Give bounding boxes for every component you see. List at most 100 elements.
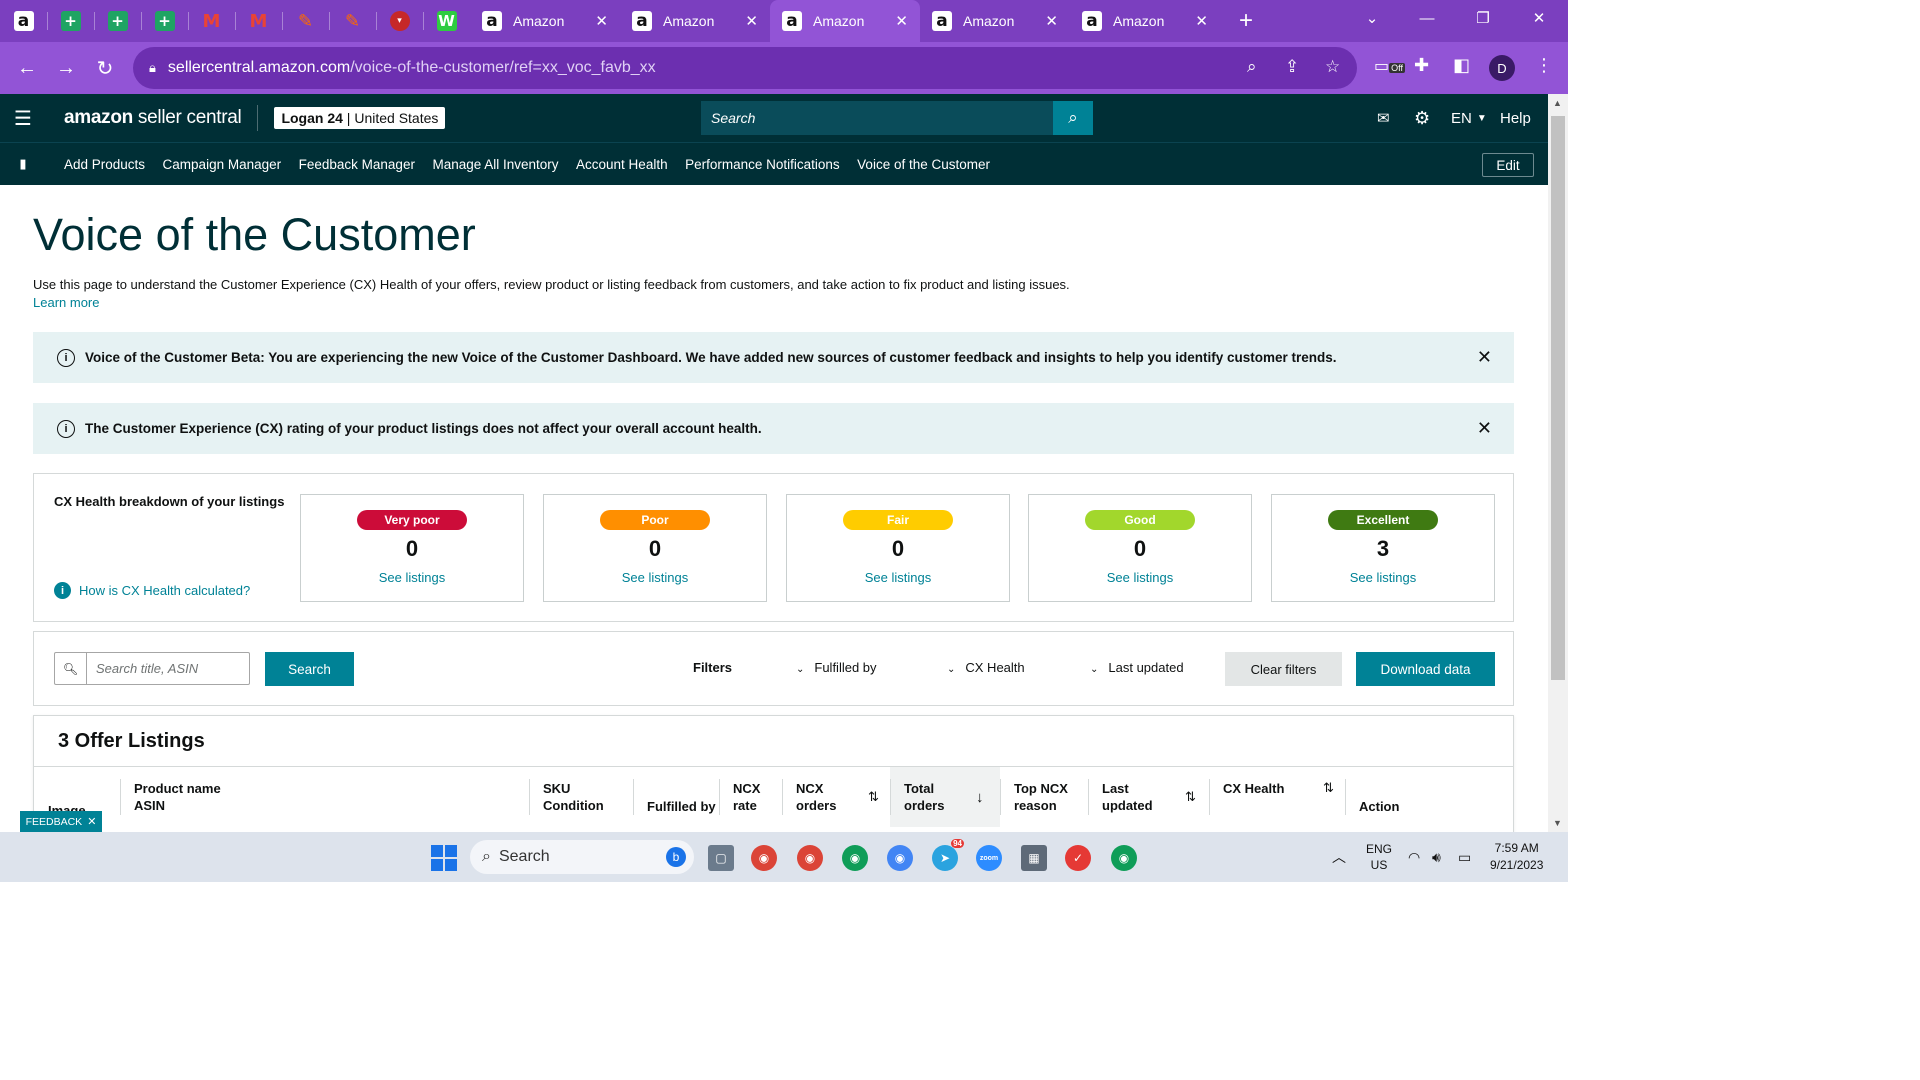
side-panel-icon[interactable]: ◧ [1453,55,1470,76]
pinned-tab-gmail-1[interactable]: M [188,0,235,42]
see-listings-link[interactable]: See listings [787,570,1009,585]
chrome-icon[interactable]: ◉ [751,845,777,871]
calculator-icon[interactable]: ▦ [1021,845,1047,871]
chrome-profile-icon[interactable]: ◉ [887,845,913,871]
scrollbar-thumb[interactable] [1551,116,1565,680]
bookmark-star-icon[interactable]: ☆ [1325,57,1340,77]
edit-nav-button[interactable]: Edit [1482,153,1534,177]
close-icon[interactable]: ✕ [1477,347,1492,368]
cx-health-dropdown[interactable]: ⌄ CX Health [947,660,1025,675]
nav-account-health[interactable]: Account Health [576,157,668,172]
close-window-button[interactable]: ✕ [1511,0,1567,36]
col-fulfilled-by[interactable]: Fulfilled by [633,767,719,827]
seller-central-logo[interactable]: amazon seller central [46,107,242,129]
see-listings-link[interactable]: See listings [1029,570,1251,585]
pinned-tab-amazon[interactable]: a [0,0,47,42]
scroll-down-icon[interactable]: ▼ [1553,818,1562,828]
bookmark-icon[interactable]: ▮ [0,156,46,172]
close-tab-icon[interactable]: ✕ [595,12,608,30]
col-last-updated[interactable]: Last updated ⇅ [1088,767,1208,827]
new-tab-button[interactable]: + [1220,0,1272,42]
restore-button[interactable]: ❐ [1455,0,1511,36]
sort-icon[interactable]: ⇅ [1185,789,1196,805]
nav-add-products[interactable]: Add Products [64,157,145,172]
close-tab-icon[interactable]: ✕ [1045,12,1058,30]
account-switcher[interactable]: Logan 24 | United States [274,107,446,129]
address-bar[interactable]: 🔒︎ sellercentral.amazon.com/voice-of-the… [133,47,1357,89]
chrome-profile-icon[interactable]: ◉ [1111,845,1137,871]
app-check-icon[interactable]: ✓ [1065,845,1091,871]
chrome-profile-icon[interactable]: ◉ [797,845,823,871]
pinned-tab-gmail-2[interactable]: M [235,0,282,42]
sort-icon[interactable]: ⇅ [868,789,879,805]
clock[interactable]: 7:59 AM 9/21/2023 [1490,832,1543,882]
feedback-tab[interactable]: FEEDBACK ✕ [20,811,102,832]
download-data-button[interactable]: Download data [1356,652,1495,686]
nav-performance-notifications[interactable]: Performance Notifications [685,157,840,172]
pinned-tab-app-4[interactable]: W [423,0,470,42]
col-cx-health[interactable]: CX Health ⇅ [1209,767,1345,827]
help-link[interactable]: Help [1500,94,1531,142]
nav-voice-of-customer[interactable]: Voice of the Customer [857,157,990,172]
col-top-ncx-reason[interactable]: Top NCX reason [1000,767,1088,827]
gear-icon[interactable]: ⚙ [1414,94,1430,142]
mail-icon[interactable]: ✉ [1377,94,1390,142]
share-icon[interactable]: ⇪ [1285,57,1299,77]
sort-descending-icon[interactable]: ↓ [976,789,984,806]
browser-tab[interactable]: a Amazon ✕ [1070,0,1220,42]
tray-chevron-up-icon[interactable]: ︿ [1332,832,1346,882]
header-search[interactable]: Search ⌕ [701,101,1093,135]
language-selector[interactable]: EN ▼ [1451,94,1487,142]
nav-manage-inventory[interactable]: Manage All Inventory [432,157,558,172]
col-ncx-rate[interactable]: NCX rate [719,767,782,827]
col-total-orders[interactable]: Total orders ↓ [890,767,1000,827]
task-view-icon[interactable]: ▢ [708,845,734,871]
language-indicator[interactable]: ENG US [1366,832,1392,882]
reload-icon[interactable]: ↻ [85,48,125,88]
browser-tab[interactable]: a Amazon ✕ [920,0,1070,42]
cx-health-how-link[interactable]: i How is CX Health calculated? [54,582,250,599]
pinned-tab-app-2[interactable]: ✎ [329,0,376,42]
taskbar-search[interactable]: ⌕ Search b [470,840,694,874]
nav-campaign-manager[interactable]: Campaign Manager [163,157,282,172]
fulfilled-by-dropdown[interactable]: ⌄ Fulfilled by [796,660,877,675]
pinned-tab-sheets-1[interactable]: + [47,0,94,42]
forward-arrow-icon[interactable]: → [46,48,86,88]
learn-more-link[interactable]: Learn more [33,295,99,310]
page-scrollbar[interactable]: ▲ ▼ [1548,94,1568,832]
zoom-icon[interactable]: ⌕ [1247,57,1257,77]
browser-tab[interactable]: a Amazon ✕ [620,0,770,42]
col-product-name[interactable]: Product name ASIN [120,767,529,827]
browser-tab-active[interactable]: a Amazon ✕ [770,0,920,42]
chrome-profile-icon[interactable]: ◉ [842,845,868,871]
nav-feedback-manager[interactable]: Feedback Manager [299,157,415,172]
tab-search-chevron-icon[interactable]: ⌄ [1344,0,1400,36]
last-updated-dropdown[interactable]: ⌄ Last updated [1090,660,1184,675]
pinned-tab-sheets-3[interactable]: + [141,0,188,42]
close-icon[interactable]: ✕ [87,815,96,828]
col-ncx-orders[interactable]: NCX orders ⇅ [782,767,890,827]
windows-start-icon[interactable] [431,845,457,871]
extensions-puzzle-icon[interactable]: ✚ [1414,55,1429,76]
col-sku[interactable]: SKU Condition [529,767,633,827]
see-listings-link[interactable]: See listings [1272,570,1494,585]
zoom-app-icon[interactable]: zoom [976,845,1002,871]
close-icon[interactable]: ✕ [1477,418,1492,439]
header-search-input[interactable]: Search [701,101,1053,135]
sort-icon[interactable]: ⇅ [1323,780,1334,796]
listing-search-placeholder[interactable]: Search title, ASIN [87,661,198,676]
pinned-tab-sheets-2[interactable]: + [94,0,141,42]
close-tab-icon[interactable]: ✕ [1195,12,1208,30]
search-icon[interactable]: ⌕ [1053,101,1093,135]
wifi-icon[interactable]: ◠ [1408,832,1420,882]
back-arrow-icon[interactable]: ← [7,48,47,88]
scroll-up-icon[interactable]: ▲ [1553,98,1562,108]
minimize-button[interactable]: — [1399,0,1455,36]
listing-search-field[interactable]: 🔍︎ Search title, ASIN [54,652,250,685]
battery-icon[interactable]: ▭ [1458,832,1471,882]
hamburger-menu-icon[interactable]: ☰ [0,94,46,142]
search-button[interactable]: Search [265,652,354,686]
see-listings-link[interactable]: See listings [544,570,766,585]
clear-filters-button[interactable]: Clear filters [1225,652,1342,686]
bing-icon[interactable]: b [666,847,686,867]
